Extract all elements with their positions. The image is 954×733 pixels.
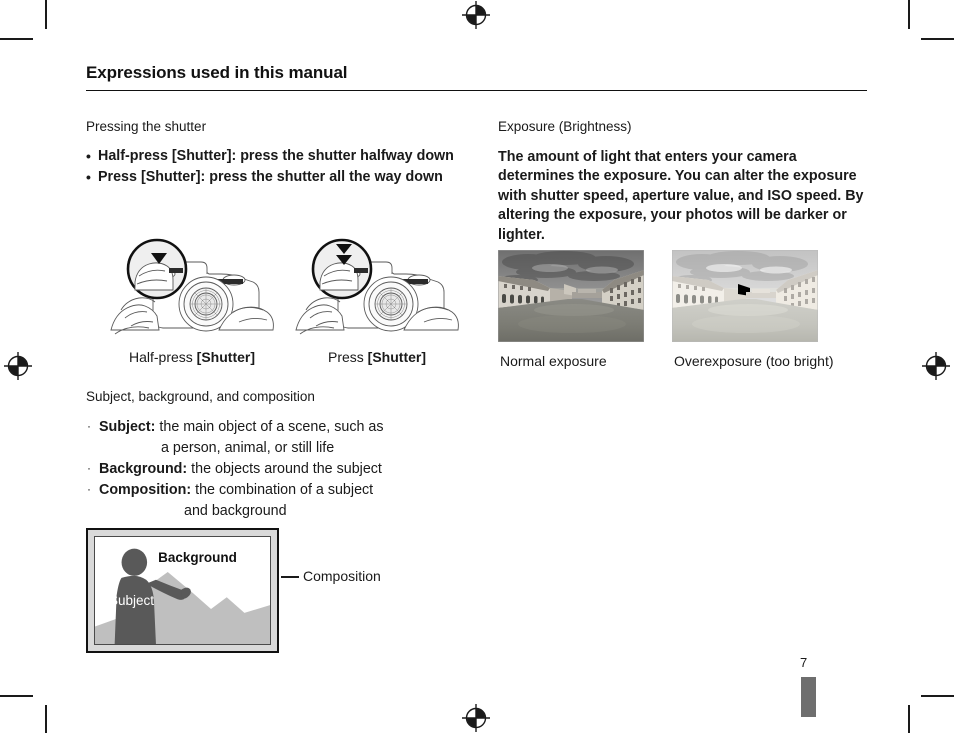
bullet-term: Composition: bbox=[99, 482, 192, 498]
crop-mark-bottom-left-vertical bbox=[45, 705, 47, 733]
bullet-text: the objects around the subject bbox=[191, 461, 382, 477]
pressing-shutter-bullet-list: • Half-press [Shutter]: press the shutter… bbox=[86, 146, 476, 187]
bullet-text: the combination of a subject bbox=[195, 482, 374, 498]
photo-normal-exposure bbox=[498, 250, 644, 342]
photo-caption-overexposure: Overexposure (too bright) bbox=[674, 353, 834, 369]
composition-frame: Background Subject bbox=[86, 528, 279, 653]
exposure-paragraph: The amount of light that enters your cam… bbox=[498, 149, 864, 243]
bullet-lead: Press bbox=[98, 169, 141, 185]
crop-mark-top-left-vertical bbox=[45, 0, 47, 29]
bullet-glyph: · bbox=[87, 482, 91, 496]
composition-label-composition: Composition bbox=[303, 568, 381, 584]
camera-full-press-illustration bbox=[295, 238, 459, 335]
bullet-text: the main object of a scene, such as bbox=[159, 419, 384, 435]
left-column: Pressing the shutter • Half-press [Shutte… bbox=[86, 118, 476, 188]
figure-caption-press: Press [Shutter] bbox=[287, 348, 467, 366]
bullet-term: Subject: bbox=[99, 419, 156, 435]
bullet-term: Background: bbox=[99, 461, 188, 477]
subject-bullet-list: · Subject: the main object of a scene, su… bbox=[86, 417, 486, 522]
bullet-glyph: · bbox=[87, 419, 91, 433]
camera-half-press-illustration bbox=[110, 238, 274, 335]
crop-mark-top-right-vertical bbox=[908, 0, 910, 29]
composition-diagram: Background Subject bbox=[86, 528, 279, 653]
page-number: 7 bbox=[800, 655, 808, 670]
bullet-glyph: • bbox=[86, 169, 91, 185]
photo-overexposure bbox=[672, 250, 818, 342]
bullet-continuation: a person, animal, or still life bbox=[161, 440, 335, 456]
bullet-rest: : press the shutter halfway down bbox=[231, 148, 454, 164]
section-subhead-exposure: Exposure (Brightness) bbox=[498, 119, 632, 134]
bullet-term: [Shutter] bbox=[140, 169, 201, 185]
page-thumb-tab bbox=[801, 677, 816, 717]
composition-label-background: Background bbox=[158, 550, 237, 565]
page-title: Expressions used in this manual bbox=[86, 63, 867, 91]
registration-target-icon-top bbox=[462, 1, 490, 29]
figure-caption-term: [Shutter] bbox=[367, 349, 426, 365]
list-item: • Half-press [Shutter]: press the shutter… bbox=[86, 146, 476, 166]
bullet-glyph: · bbox=[87, 461, 91, 475]
composition-leader-line bbox=[281, 576, 299, 578]
bullet-continuation: and background bbox=[184, 503, 287, 519]
section-subhead-pressing-shutter: Pressing the shutter bbox=[86, 119, 207, 134]
bullet-term: [Shutter] bbox=[171, 148, 232, 164]
crop-mark-top-right-horizontal bbox=[921, 38, 954, 40]
list-item: · Subject: the main object of a scene, su… bbox=[86, 417, 486, 459]
subject-background-composition-section: Subject, background, and composition · Su… bbox=[86, 388, 486, 522]
figure-caption-term: [Shutter] bbox=[196, 349, 255, 365]
crop-mark-bottom-right-horizontal bbox=[921, 695, 954, 697]
composition-label-subject: Subject bbox=[109, 593, 155, 608]
registration-target-icon-bottom bbox=[462, 704, 490, 732]
bullet-glyph: • bbox=[86, 148, 91, 164]
shutter-illustrations: Half-press [Shutter] Press [Shutter] bbox=[86, 238, 476, 373]
bullet-rest: : press the shutter all the way down bbox=[200, 169, 443, 185]
figure-caption-text: Half-press bbox=[128, 349, 197, 365]
right-column: Exposure (Brightness) The amount of ligh… bbox=[498, 118, 873, 245]
figure-caption-half-press: Half-press [Shutter] bbox=[102, 348, 282, 366]
crop-mark-top-left-horizontal bbox=[0, 38, 33, 40]
figure-caption-text: Press bbox=[327, 349, 368, 365]
crop-mark-bottom-right-vertical bbox=[908, 705, 910, 733]
registration-target-icon-right bbox=[922, 352, 950, 380]
registration-target-icon-left bbox=[4, 352, 32, 380]
composition-scene: Background Subject bbox=[94, 536, 271, 645]
list-item: • Press [Shutter]: press the shutter all … bbox=[86, 167, 476, 187]
list-item: · Background: the objects around the subj… bbox=[86, 459, 486, 480]
section-subhead-subject-background-composition: Subject, background, and composition bbox=[86, 389, 315, 404]
photo-caption-normal-exposure: Normal exposure bbox=[500, 353, 607, 369]
crop-mark-bottom-left-horizontal bbox=[0, 695, 33, 697]
bullet-lead: Half-press bbox=[98, 148, 172, 164]
list-item: · Composition: the combination of a subje… bbox=[86, 480, 486, 522]
manual-page: Expressions used in this manual Pressing… bbox=[0, 0, 954, 733]
